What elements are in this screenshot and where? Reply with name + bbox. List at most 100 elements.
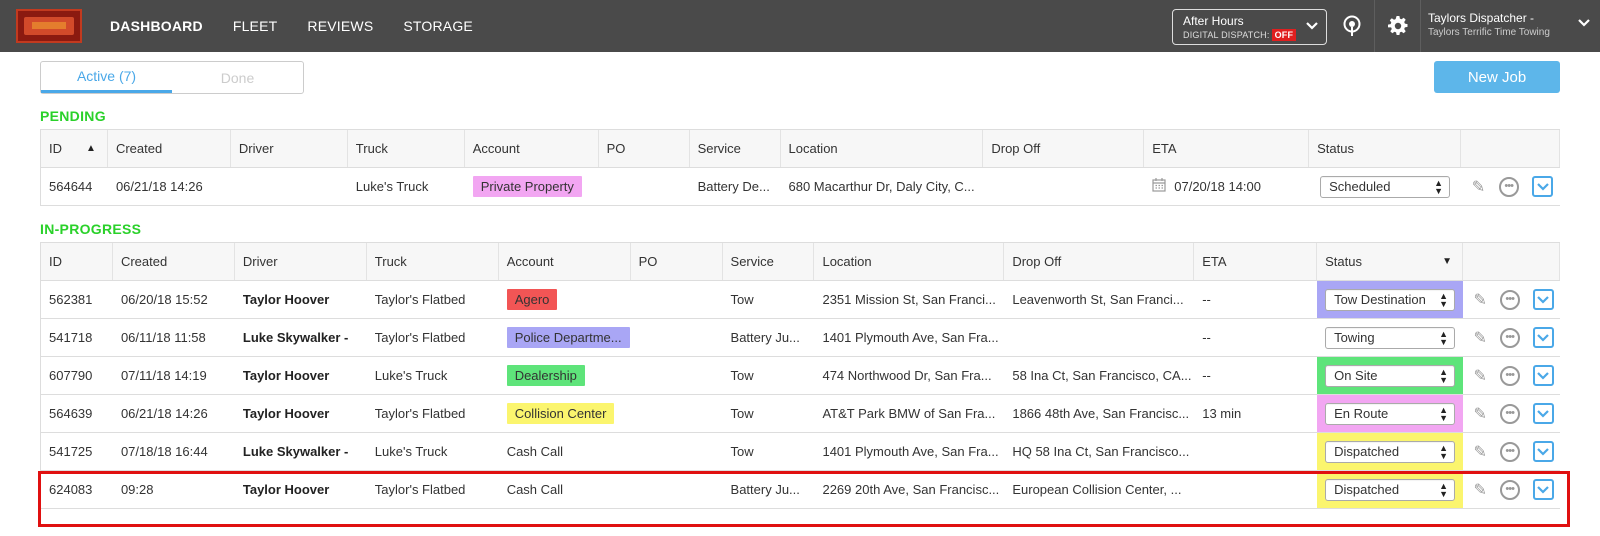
col-header-truck[interactable]: Truck xyxy=(367,243,499,280)
pending-table: ID ▲ Created Driver Truck Account PO Serv… xyxy=(40,129,1560,206)
status-select[interactable]: Dispatched ▲ ▼ xyxy=(1325,478,1456,501)
edit-pencil-icon[interactable]: ✎ xyxy=(1473,290,1486,310)
table-row[interactable]: 607790 07/11/18 14:19 Taylor Hoover Luke's … xyxy=(41,357,1560,395)
company-logo[interactable] xyxy=(16,9,82,43)
job-eta: -- xyxy=(1202,330,1211,345)
col-header-account[interactable]: Account xyxy=(465,130,599,167)
col-header-service[interactable]: Service xyxy=(723,243,815,280)
edit-pencil-icon[interactable]: ✎ xyxy=(1473,366,1486,386)
col-header-location[interactable]: Location xyxy=(814,243,1005,280)
table-row[interactable]: 541718 06/11/18 11:58 Luke Skywalker - Tayl… xyxy=(41,319,1560,357)
user-menu[interactable]: Taylors Dispatcher - Taylors Terrific Ti… xyxy=(1418,0,1600,52)
col-header-driver[interactable]: Driver xyxy=(231,130,348,167)
col-header-created[interactable]: Created xyxy=(108,130,231,167)
status-select[interactable]: Dispatched ▲ ▼ xyxy=(1325,440,1456,463)
job-created: 09:28 xyxy=(120,482,154,497)
nav-fleet[interactable]: FLEET xyxy=(233,18,278,34)
col-header-eta[interactable]: ETA xyxy=(1144,130,1310,167)
new-job-button[interactable]: New Job xyxy=(1434,61,1560,93)
col-header-status[interactable]: Status ▼ xyxy=(1317,243,1464,280)
col-header-driver[interactable]: Driver xyxy=(235,243,367,280)
table-row[interactable]: 564639 06/21/18 14:26 Taylor Hoover Taylor'… xyxy=(41,395,1560,433)
table-row[interactable]: 541725 07/18/18 16:44 Luke Skywalker - Luke… xyxy=(41,433,1560,471)
more-options-icon[interactable]: ••• xyxy=(1499,403,1520,424)
more-options-icon[interactable]: ••• xyxy=(1499,327,1520,348)
job-id: 624083 xyxy=(49,482,93,497)
edit-pencil-icon[interactable]: ✎ xyxy=(1473,442,1486,462)
job-po xyxy=(631,319,723,356)
col-header-status[interactable]: Status xyxy=(1309,130,1462,167)
job-driver: Taylor Hoover xyxy=(242,292,330,307)
col-header-created[interactable]: Created xyxy=(113,243,235,280)
status-select[interactable]: En Route ▲ ▼ xyxy=(1325,402,1456,425)
col-header-id[interactable]: ID ▲ xyxy=(41,130,108,167)
status-select[interactable]: Scheduled ▲ ▼ xyxy=(1320,175,1451,198)
expand-chevron-icon[interactable] xyxy=(1532,289,1554,310)
job-driver: Luke Skywalker - xyxy=(242,330,349,345)
job-eta: 07/20/18 14:00 xyxy=(1174,179,1261,194)
table-row[interactable]: 562381 06/20/18 15:52 Taylor Hoover Taylor'… xyxy=(41,281,1560,319)
col-header-truck[interactable]: Truck xyxy=(348,130,465,167)
col-header-po[interactable]: PO xyxy=(631,243,723,280)
job-id: 564639 xyxy=(49,406,93,421)
job-eta: -- xyxy=(1202,368,1211,383)
status-select[interactable]: Tow Destination ▲ ▼ xyxy=(1325,288,1456,311)
job-account: Cash Call xyxy=(506,482,564,497)
job-service: Tow xyxy=(730,406,754,421)
more-options-icon[interactable]: ••• xyxy=(1499,479,1520,500)
col-header-location[interactable]: Location xyxy=(781,130,984,167)
broadcast-icon[interactable] xyxy=(1338,12,1366,40)
col-header-eta[interactable]: ETA xyxy=(1194,243,1318,280)
job-account: Cash Call xyxy=(506,444,564,459)
job-service: Tow xyxy=(730,292,754,307)
expand-chevron-icon[interactable] xyxy=(1532,176,1554,197)
nav-reviews[interactable]: REVIEWS xyxy=(307,18,373,34)
table-row[interactable]: 624083 09:28 Taylor Hoover Taylor's Flatbed… xyxy=(41,471,1560,509)
job-dropoff xyxy=(983,168,1144,205)
col-header-id[interactable]: ID xyxy=(41,243,113,280)
col-header-service[interactable]: Service xyxy=(690,130,781,167)
calendar-icon[interactable] xyxy=(1152,178,1166,195)
job-created: 06/21/18 14:26 xyxy=(120,406,208,421)
edit-pencil-icon[interactable]: ✎ xyxy=(1473,328,1486,348)
nav-storage[interactable]: STORAGE xyxy=(403,18,473,34)
expand-chevron-icon[interactable] xyxy=(1532,365,1554,386)
more-options-icon[interactable]: ••• xyxy=(1499,365,1520,386)
more-options-icon[interactable]: ••• xyxy=(1498,176,1519,197)
tab-active[interactable]: Active (7) xyxy=(41,62,172,93)
job-po xyxy=(631,281,723,318)
more-options-icon[interactable]: ••• xyxy=(1499,289,1520,310)
expand-chevron-icon[interactable] xyxy=(1532,441,1554,462)
job-dropoff xyxy=(1004,319,1194,356)
job-created: 07/11/18 14:19 xyxy=(120,368,207,383)
status-select[interactable]: Towing ▲ ▼ xyxy=(1325,326,1456,349)
col-header-account[interactable]: Account xyxy=(499,243,631,280)
edit-pencil-icon[interactable]: ✎ xyxy=(1473,404,1486,424)
gear-icon[interactable] xyxy=(1384,12,1412,40)
expand-chevron-icon[interactable] xyxy=(1532,479,1554,500)
expand-chevron-icon[interactable] xyxy=(1532,403,1554,424)
job-driver: Taylor Hoover xyxy=(242,368,330,383)
expand-chevron-icon[interactable] xyxy=(1532,327,1554,348)
tab-done[interactable]: Done xyxy=(172,62,303,93)
after-hours-dropdown[interactable]: After Hours DIGITAL DISPATCH: OFF xyxy=(1172,9,1327,45)
job-po xyxy=(631,395,723,432)
sort-ascending-icon: ▲ xyxy=(86,143,96,154)
status-select[interactable]: On Site ▲ ▼ xyxy=(1325,364,1456,387)
edit-pencil-icon[interactable]: ✎ xyxy=(1472,177,1485,197)
job-location: 2351 Mission St, San Franci... xyxy=(822,292,996,307)
more-options-icon[interactable]: ••• xyxy=(1499,441,1520,462)
col-header-actions xyxy=(1461,130,1560,167)
col-header-dropoff[interactable]: Drop Off xyxy=(983,130,1145,167)
col-header-dropoff[interactable]: Drop Off xyxy=(1004,243,1195,280)
table-row[interactable]: 564644 06/21/18 14:26 Luke's Truck Priva… xyxy=(41,168,1560,206)
user-name: Taylors Dispatcher - xyxy=(1428,11,1535,25)
job-service: Tow xyxy=(730,368,754,383)
nav-dashboard[interactable]: DASHBOARD xyxy=(110,18,203,34)
digital-dispatch-state-badge: OFF xyxy=(1271,29,1297,41)
job-po xyxy=(631,433,723,470)
col-header-po[interactable]: PO xyxy=(599,130,690,167)
job-id: 607790 xyxy=(49,368,93,383)
edit-pencil-icon[interactable]: ✎ xyxy=(1473,480,1486,500)
job-dropoff: 1866 48th Ave, San Francisc... xyxy=(1012,406,1190,421)
